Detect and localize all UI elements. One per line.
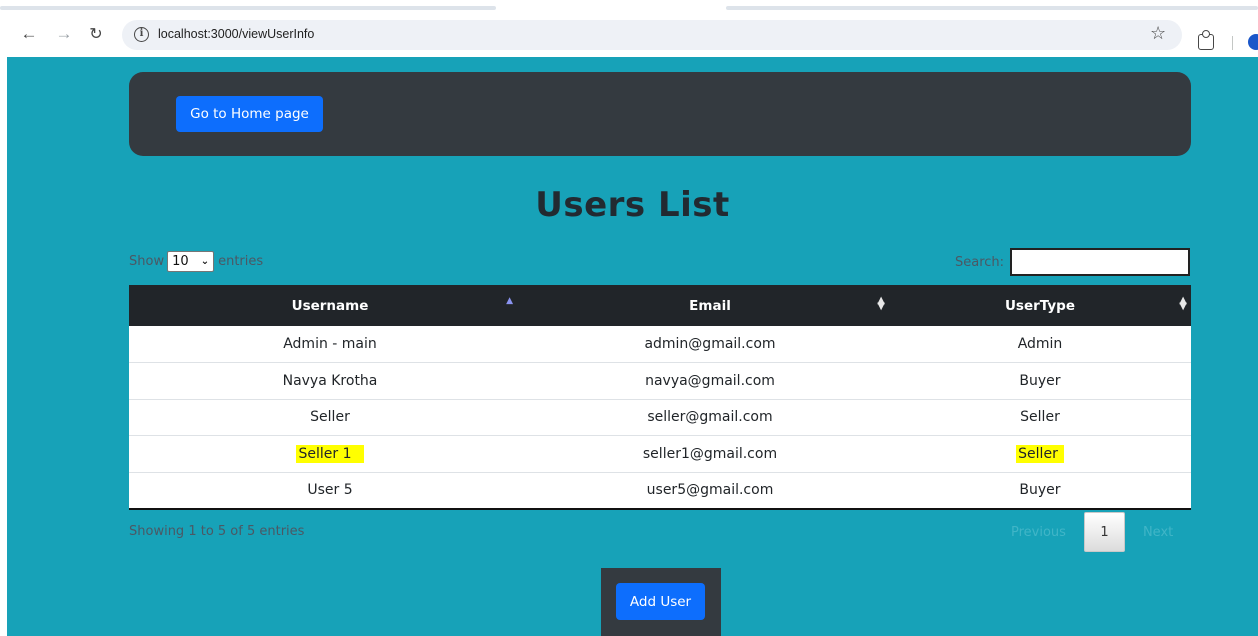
show-label: Show <box>129 254 165 269</box>
cell-username: Seller <box>310 409 350 426</box>
column-header-username[interactable]: Username ▲ <box>129 285 531 326</box>
cell-username: Admin - main <box>283 336 377 352</box>
search-input[interactable] <box>1010 248 1191 276</box>
site-info-icon[interactable]: i <box>134 27 149 42</box>
highlighted-text: Seller 1 <box>296 444 364 463</box>
column-label: Email <box>689 297 731 314</box>
add-user-panel: Add User <box>601 568 721 636</box>
table-info: Showing 1 to 5 of 5 entries <box>129 524 305 539</box>
next-page-button[interactable]: Next <box>1133 525 1183 540</box>
search-label: Search: <box>955 254 1005 270</box>
table-row: Seller seller@gmail.com Seller <box>129 399 1191 436</box>
cell-email: seller@gmail.com <box>647 409 773 426</box>
table-header-row: Username ▲ Email ▲ ▼ UserType ▲ ▼ <box>129 285 1191 326</box>
reload-icon[interactable]: ↻ <box>85 23 107 45</box>
page-title: Users List <box>535 185 730 225</box>
sort-icon: ▲ ▼ <box>877 295 885 312</box>
toolbar-divider <box>1232 36 1233 50</box>
users-table: Username ▲ Email ▲ ▼ UserType ▲ ▼ Admin - … <box>129 285 1191 510</box>
page-length-control: Show 10 ⌄ entries <box>129 251 263 272</box>
extensions-icon[interactable] <box>1198 30 1214 50</box>
cell-usertype: Buyer <box>1019 372 1061 389</box>
page-edge <box>0 57 7 636</box>
entries-label: entries <box>218 254 264 269</box>
add-user-button[interactable]: Add User <box>616 583 705 620</box>
url-text[interactable]: localhost:3000/viewUserInfo <box>158 27 314 41</box>
cell-email: seller1@gmail.com <box>642 445 778 462</box>
search-control: Search: <box>955 248 1191 276</box>
bookmark-star-icon[interactable]: ☆ <box>1150 23 1166 44</box>
cell-username: Seller 1 <box>129 436 531 473</box>
cell-email: navya@gmail.com <box>645 372 775 389</box>
go-home-button[interactable]: Go to Home page <box>176 96 323 132</box>
cell-username: Navya Krotha <box>282 372 378 389</box>
table-row: Seller 1 seller1@gmail.com Seller <box>129 435 1191 473</box>
highlighted-text: Seller <box>1016 444 1064 463</box>
page-number-button[interactable]: 1 <box>1083 512 1125 552</box>
forward-arrow-icon[interactable]: → <box>53 23 75 45</box>
table-row: User 5 user5@gmail.com Buyer <box>129 472 1191 509</box>
cell-usertype: Seller <box>889 436 1191 473</box>
cell-usertype: Buyer <box>1019 482 1061 498</box>
column-header-usertype[interactable]: UserType ▲ ▼ <box>889 285 1191 326</box>
profile-avatar-icon[interactable] <box>1248 34 1258 50</box>
address-bar[interactable]: i localhost:3000/viewUserInfo ☆ <box>122 20 1182 50</box>
page-length-select[interactable]: 10 ⌄ <box>167 251 215 272</box>
table-row: Admin - main admin@gmail.com Admin <box>129 326 1191 363</box>
previous-page-button[interactable]: Previous <box>1001 525 1076 540</box>
cell-usertype: Seller <box>1020 409 1060 426</box>
cell-email: user5@gmail.com <box>646 482 774 498</box>
browser-toolbar: ← → ↻ i localhost:3000/viewUserInfo ☆ <box>0 12 1258 57</box>
table-row: Navya Krotha navya@gmail.com Buyer <box>129 362 1191 399</box>
column-label: Username <box>291 297 369 314</box>
back-arrow-icon[interactable]: ← <box>18 23 40 45</box>
tab-indicator <box>0 6 496 10</box>
cell-usertype: Admin <box>1017 336 1063 352</box>
page-body: Go to Home page Users List Show 10 ⌄ ent… <box>7 57 1258 636</box>
cell-username: User 5 <box>307 482 353 498</box>
tab-indicator <box>726 6 1258 10</box>
column-label: UserType <box>1004 297 1076 314</box>
sort-icon: ▲ ▼ <box>1179 295 1187 312</box>
column-header-email[interactable]: Email ▲ ▼ <box>531 285 889 326</box>
tab-strip <box>0 0 1258 12</box>
sort-ascending-icon: ▲ <box>506 296 513 306</box>
cell-email: admin@gmail.com <box>644 336 776 352</box>
pagination: Previous 1 Next <box>1001 512 1183 552</box>
navbar: Go to Home page <box>129 72 1191 156</box>
chevron-down-icon: ⌄ <box>200 256 210 267</box>
page-length-value: 10 <box>172 254 189 269</box>
